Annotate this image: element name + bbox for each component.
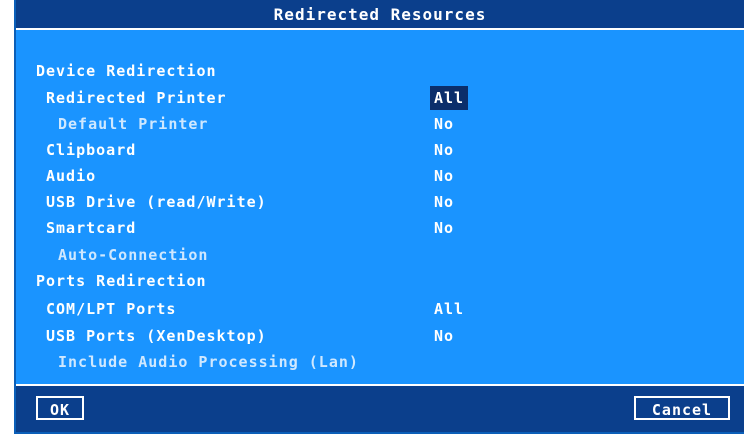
default-printer-value[interactable]: No <box>434 111 454 137</box>
section-ports-redirection: Ports Redirection <box>16 268 744 294</box>
option-audio[interactable]: Audio No <box>16 163 744 189</box>
option-label: Clipboard <box>46 141 137 159</box>
section-label: Device Redirection <box>36 62 217 80</box>
option-label: Redirected Printer <box>46 89 227 107</box>
redirected-printer-value[interactable]: All <box>430 86 469 110</box>
button-bar: OK Cancel <box>16 384 744 432</box>
usb-drive-value[interactable]: No <box>434 189 454 215</box>
ok-button[interactable]: OK <box>36 396 84 420</box>
clipboard-value[interactable]: No <box>434 137 454 163</box>
option-com-lpt-ports[interactable]: COM/LPT Ports All <box>16 296 744 322</box>
option-clipboard[interactable]: Clipboard No <box>16 137 744 163</box>
option-label: USB Ports (XenDesktop) <box>46 327 267 345</box>
smartcard-value[interactable]: No <box>434 215 454 241</box>
option-auto-connection: Auto-Connection <box>16 242 744 268</box>
option-label: Smartcard <box>46 219 137 237</box>
dialog-title: Redirected Resources <box>16 0 744 30</box>
option-usb-drive[interactable]: USB Drive (read/Write) No <box>16 189 744 215</box>
option-label: Default Printer <box>58 115 209 133</box>
option-label: Audio <box>46 167 97 185</box>
section-label: Ports Redirection <box>36 272 207 290</box>
option-smartcard[interactable]: Smartcard No <box>16 215 744 241</box>
usb-ports-value[interactable]: No <box>434 323 454 349</box>
com-lpt-value[interactable]: All <box>434 296 464 322</box>
section-device-redirection: Device Redirection <box>16 58 744 84</box>
option-label: Include Audio Processing (Lan) <box>58 353 359 371</box>
dialog-content: Device Redirection Redirected Printer Al… <box>16 30 744 386</box>
option-usb-ports[interactable]: USB Ports (XenDesktop) No <box>16 323 744 349</box>
option-label: COM/LPT Ports <box>46 300 177 318</box>
option-default-printer[interactable]: Default Printer No <box>16 111 744 137</box>
option-redirected-printer[interactable]: Redirected Printer All <box>16 85 744 111</box>
option-include-audio-processing: Include Audio Processing (Lan) <box>16 349 744 375</box>
cancel-button[interactable]: Cancel <box>634 396 730 420</box>
audio-value[interactable]: No <box>434 163 454 189</box>
option-label: Auto-Connection <box>58 246 209 264</box>
redirected-resources-dialog: Redirected Resources Device Redirection … <box>14 0 744 434</box>
option-label: USB Drive (read/Write) <box>46 193 267 211</box>
